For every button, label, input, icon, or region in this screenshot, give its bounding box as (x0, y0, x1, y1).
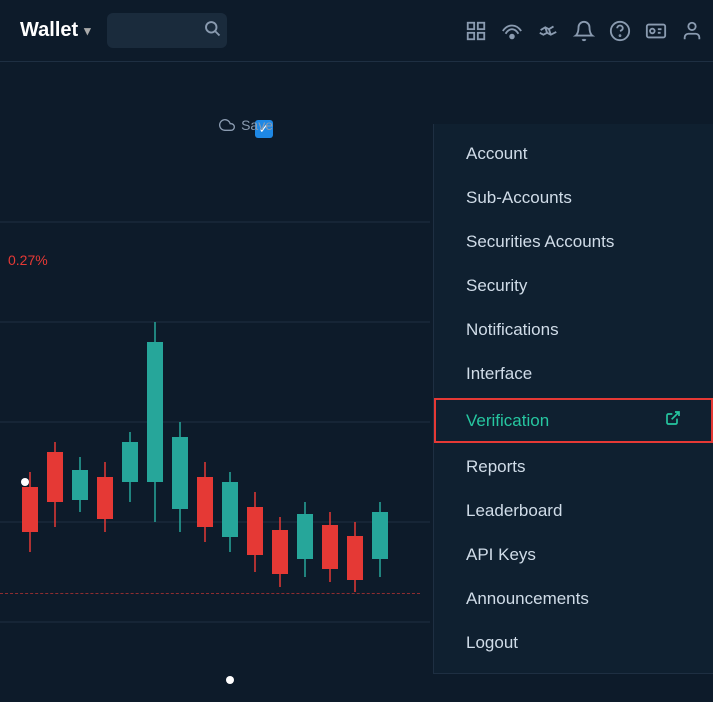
leaderboard-label: Leaderboard (466, 501, 562, 521)
navbar: Wallet ▾ (0, 0, 713, 62)
api-keys-label: API Keys (466, 545, 536, 565)
search-icon (203, 19, 221, 42)
search-input[interactable] (117, 23, 197, 39)
dropdown-item-account[interactable]: Account (434, 132, 713, 176)
dropdown-item-sub-accounts[interactable]: Sub-Accounts (434, 176, 713, 220)
main-area: 0.27% ✓ Save (0, 62, 713, 702)
dropdown-menu: Account Sub-Accounts Securities Accounts… (433, 124, 713, 674)
broadcast-icon[interactable] (501, 20, 523, 42)
security-label: Security (466, 276, 527, 296)
dropdown-item-logout[interactable]: Logout (434, 621, 713, 665)
account-label: Account (466, 144, 527, 164)
dropdown-item-leaderboard[interactable]: Leaderboard (434, 489, 713, 533)
sub-accounts-label: Sub-Accounts (466, 188, 572, 208)
verification-label: Verification (466, 411, 549, 431)
candlestick-chart (0, 122, 430, 702)
wallet-label: Wallet (20, 19, 78, 42)
dropdown-item-reports[interactable]: Reports (434, 445, 713, 489)
handshake-icon[interactable] (537, 20, 559, 42)
dropdown-item-announcements[interactable]: Announcements (434, 577, 713, 621)
external-link-icon (665, 410, 681, 431)
dropdown-item-securities-accounts[interactable]: Securities Accounts (434, 220, 713, 264)
nav-icons-group (465, 20, 703, 42)
securities-accounts-label: Securities Accounts (466, 232, 614, 252)
reports-label: Reports (466, 457, 526, 477)
bell-icon[interactable] (573, 20, 595, 42)
id-card-icon[interactable] (645, 20, 667, 42)
help-icon[interactable] (609, 20, 631, 42)
announcements-label: Announcements (466, 589, 589, 609)
grid-icon[interactable] (465, 20, 487, 42)
notifications-label: Notifications (466, 320, 559, 340)
search-box[interactable] (107, 13, 227, 48)
chevron-down-icon: ▾ (84, 23, 91, 39)
logout-label: Logout (466, 633, 518, 653)
wallet-dropdown-button[interactable]: Wallet ▾ (10, 13, 101, 48)
dropdown-item-interface[interactable]: Interface (434, 352, 713, 396)
user-icon[interactable] (681, 20, 703, 42)
interface-label: Interface (466, 364, 532, 384)
dropdown-item-notifications[interactable]: Notifications (434, 308, 713, 352)
dropdown-item-verification[interactable]: Verification (434, 398, 713, 443)
dropdown-item-api-keys[interactable]: API Keys (434, 533, 713, 577)
dropdown-item-security[interactable]: Security (434, 264, 713, 308)
